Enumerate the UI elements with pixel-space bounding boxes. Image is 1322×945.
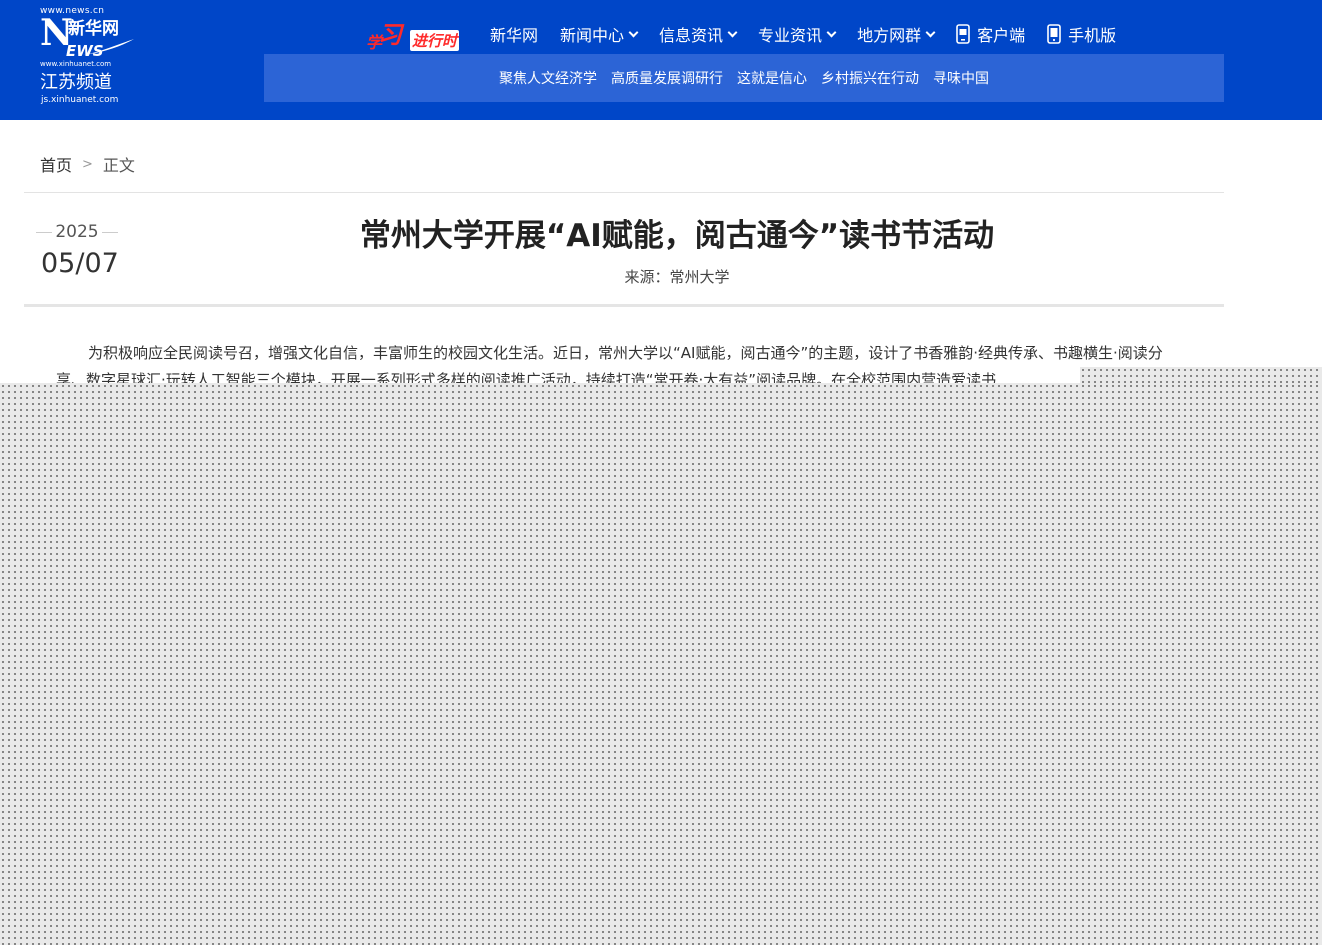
breadcrumb: 首页 > 正文 <box>40 152 135 176</box>
publish-month-day: 05/07 <box>41 248 119 279</box>
article-source: 来源：常州大学 <box>624 268 730 286</box>
chevron-down-icon <box>826 27 837 37</box>
nav-news-center[interactable]: 新闻中心 <box>560 22 639 46</box>
xuexi-jinxingshi-text: 进行时 <box>410 30 460 51</box>
breadcrumb-current: 正文 <box>102 156 135 175</box>
nav-label: 地方网群 <box>857 26 922 45</box>
publish-year: 2025 <box>36 220 118 244</box>
nav-label: 新闻中心 <box>560 26 625 45</box>
nav-label: 新华网 <box>490 26 539 45</box>
nav-label: 专业资讯 <box>758 26 823 45</box>
nav-xinhuanet[interactable]: 新华网 <box>490 22 538 46</box>
main-nav: 学 习 进行时 新华网 新闻中心 信息资讯 专业资讯 地方网群 客户端 手机版 <box>364 14 1138 54</box>
subnav-link[interactable]: 寻味中国 <box>933 68 989 88</box>
loading-overlay-edge <box>1080 367 1322 383</box>
chevron-down-icon <box>727 27 738 37</box>
divider <box>24 192 1224 193</box>
logo-url-mid: www.xinhuanet.com <box>40 60 112 68</box>
site-header: www.news.cn N 新华网 EWS www.xinhuanet.com … <box>0 0 1322 120</box>
divider <box>24 304 1224 307</box>
subnav-link[interactable]: 这就是信心 <box>737 68 807 88</box>
logo-swoosh-icon <box>82 39 134 55</box>
subnav-link[interactable]: 乡村振兴在行动 <box>821 68 919 88</box>
channel-name: 江苏频道 <box>40 72 112 93</box>
logo-url-bottom: js.xinhuanet.com <box>41 95 119 105</box>
subnav-link[interactable]: 聚焦人文经济学 <box>499 68 597 88</box>
logo-brand-cn: 新华网 <box>68 19 119 39</box>
nav-label: 手机版 <box>1068 26 1117 45</box>
publish-date: 2025 05/07 <box>36 220 119 284</box>
nav-client-app[interactable]: 客户端 <box>956 22 1025 46</box>
xuexi-char-2: 习 <box>378 20 402 49</box>
xinhua-logo[interactable]: www.news.cn N 新华网 EWS www.xinhuanet.com … <box>40 6 150 110</box>
article-title: 常州大学开展“AI赋能，阅古通今”读书节活动 <box>359 218 995 254</box>
chevron-down-icon <box>628 27 639 37</box>
nav-label: 客户端 <box>977 26 1026 45</box>
phone-icon <box>1047 24 1061 44</box>
subnav-link[interactable]: 高质量发展调研行 <box>611 68 723 88</box>
nav-label: 信息资讯 <box>659 26 724 45</box>
nav-mobile[interactable]: 手机版 <box>1047 22 1116 46</box>
chevron-down-icon <box>925 27 936 37</box>
nav-info[interactable]: 信息资讯 <box>659 22 738 46</box>
xuexi-jinxingshi-logo[interactable]: 学 习 进行时 <box>364 19 468 52</box>
nav-professional[interactable]: 专业资讯 <box>758 22 837 46</box>
nav-local[interactable]: 地方网群 <box>857 22 936 46</box>
breadcrumb-home[interactable]: 首页 <box>40 152 72 176</box>
breadcrumb-separator: > <box>82 156 93 172</box>
loading-overlay <box>0 383 1322 945</box>
app-device-icon <box>956 24 970 44</box>
topic-subnav: 聚焦人文经济学 高质量发展调研行 这就是信心 乡村振兴在行动 寻味中国 <box>264 54 1224 102</box>
